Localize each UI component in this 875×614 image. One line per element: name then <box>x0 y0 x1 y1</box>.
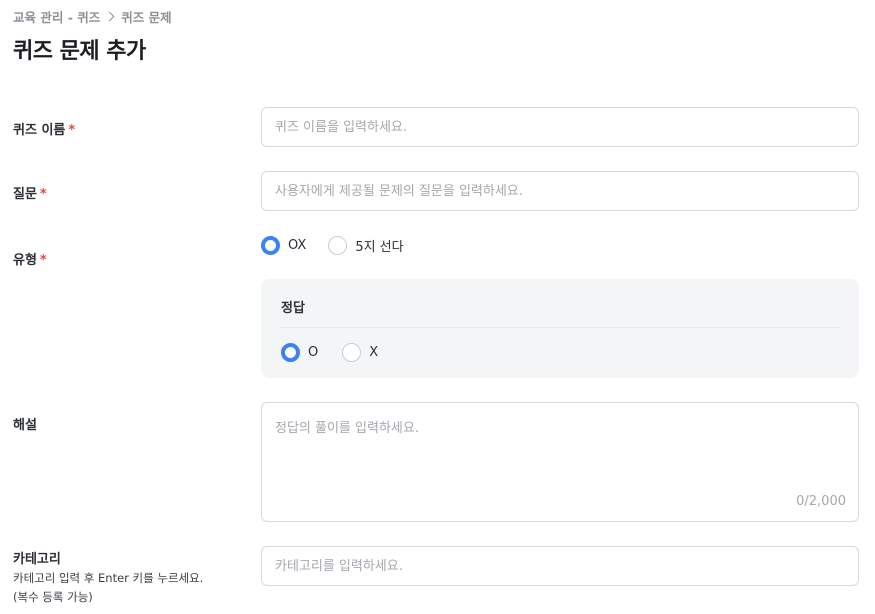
explanation-label: 해설 <box>13 418 37 433</box>
radio-checked-icon[interactable] <box>261 236 280 255</box>
divider <box>281 327 841 328</box>
radio-unchecked-icon[interactable] <box>342 343 362 362</box>
category-hint-line: 카테고리 입력 후 Enter 키를 누르세요. <box>13 571 204 585</box>
quiz-name-input[interactable] <box>261 107 859 147</box>
radio-unchecked-icon[interactable] <box>328 236 348 255</box>
chevron-right-icon <box>104 11 115 22</box>
breadcrumb-current[interactable]: 퀴즈 문제 <box>121 7 171 26</box>
radio-label: X <box>369 345 379 360</box>
answer-panel: 정답 O X <box>261 279 859 378</box>
type-option-multiple-choice[interactable]: 5지 선다 <box>328 236 404 255</box>
quiz-name-label: 퀴즈 이름 * <box>13 123 76 138</box>
radio-checked-icon[interactable] <box>281 343 300 362</box>
page-title: 퀴즈 문제 추가 <box>13 39 146 64</box>
type-radio-group: OX 5지 선다 <box>261 236 426 255</box>
answer-option-o[interactable]: O <box>281 343 318 362</box>
explanation-textarea[interactable] <box>262 403 858 521</box>
category-hint: 카테고리 입력 후 Enter 키를 누르세요. (복수 등록 가능) <box>13 569 203 607</box>
question-label: 질문 * <box>13 187 47 202</box>
radio-label: 5지 선다 <box>355 240 404 255</box>
category-hint-line: (복수 등록 가능) <box>13 590 93 604</box>
answer-title: 정답 <box>281 301 305 316</box>
category-label: 카테고리 <box>13 552 61 567</box>
breadcrumb: 교육 관리 - 퀴즈 퀴즈 문제 <box>13 7 172 26</box>
required-mark: * <box>39 253 47 268</box>
question-input[interactable] <box>261 171 859 211</box>
answer-option-x[interactable]: X <box>342 343 378 362</box>
type-label: 유형 * <box>13 253 47 268</box>
char-counter: 0/2,000 <box>796 494 846 509</box>
breadcrumb-parent[interactable]: 교육 관리 - 퀴즈 <box>13 7 100 26</box>
explanation-field: 0/2,000 <box>261 402 859 522</box>
radio-label: O <box>308 345 319 360</box>
category-input[interactable] <box>261 546 859 586</box>
required-mark: * <box>39 187 47 202</box>
answer-radio-group: O X <box>281 343 400 362</box>
radio-label: OX <box>288 238 307 253</box>
type-option-ox[interactable]: OX <box>261 236 306 255</box>
required-mark: * <box>68 123 76 138</box>
